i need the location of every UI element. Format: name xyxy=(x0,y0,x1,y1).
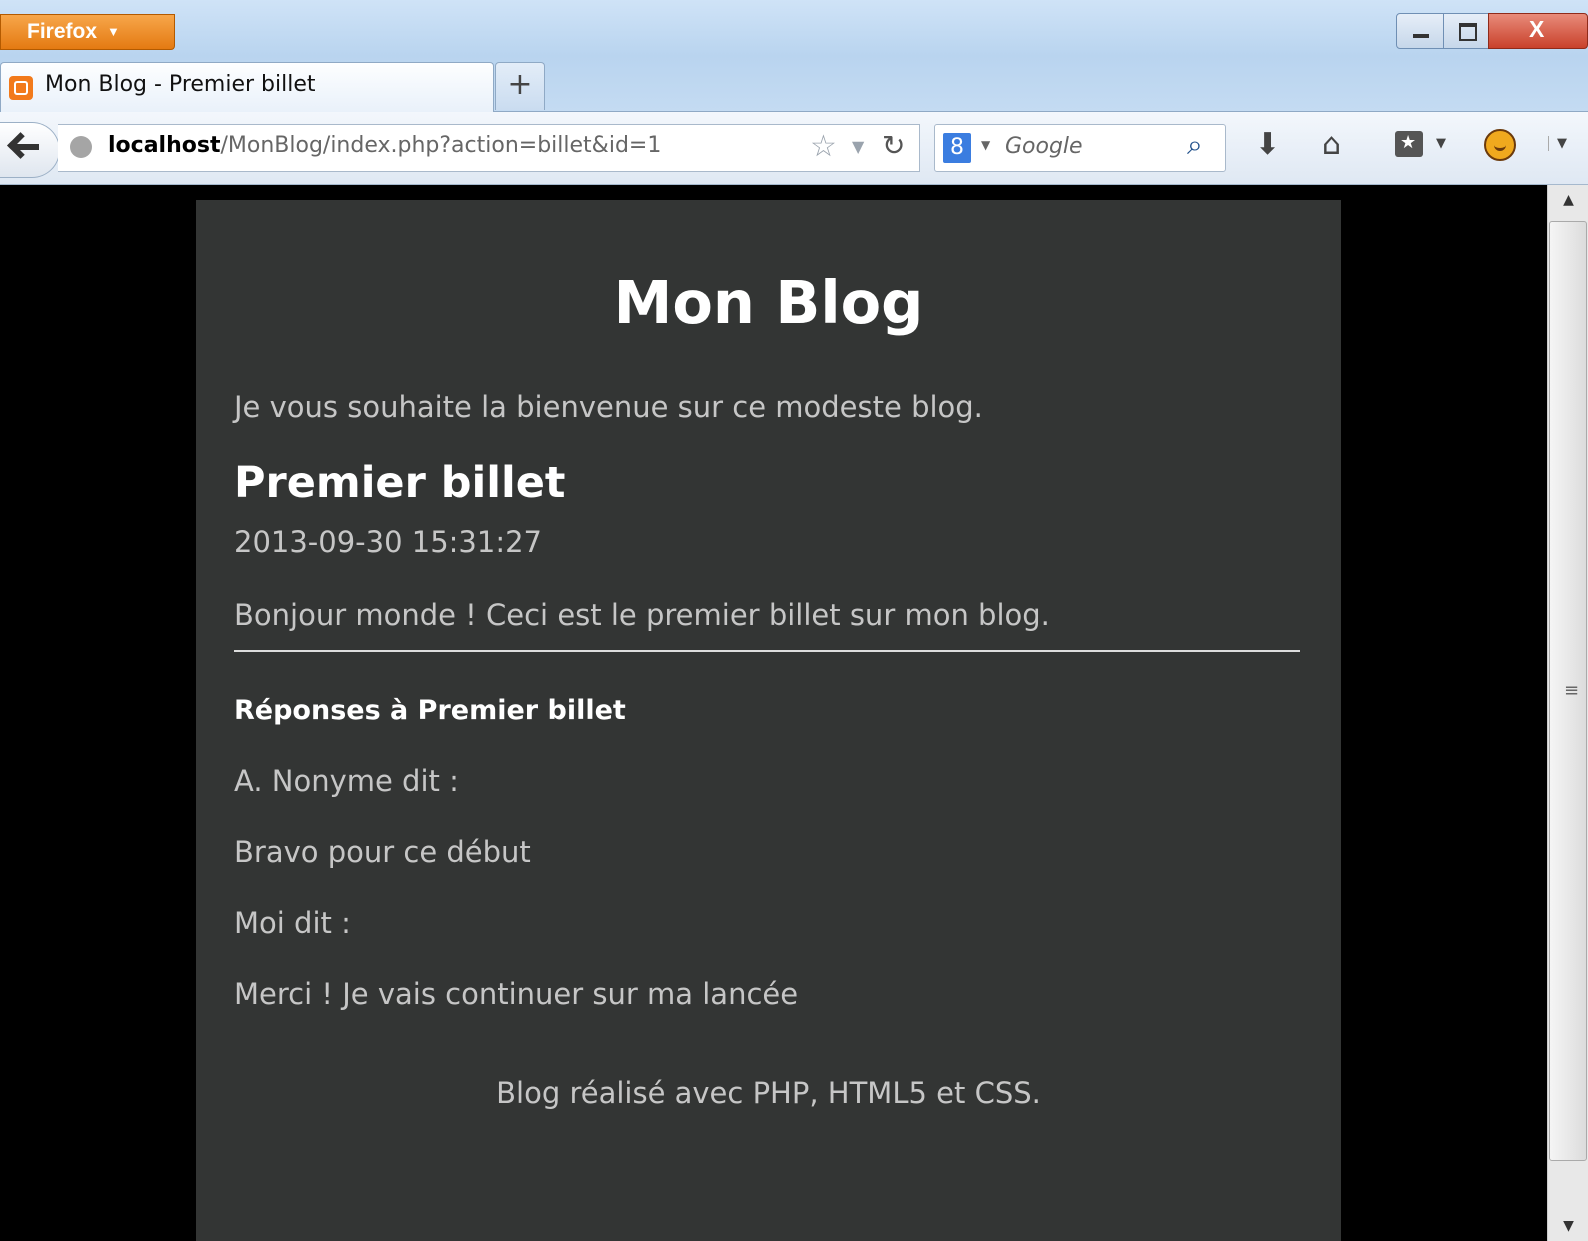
minimize-button[interactable] xyxy=(1396,13,1444,49)
tab-strip: Mon Blog - Premier billet + xyxy=(0,56,1588,112)
tab-title: Mon Blog - Premier billet xyxy=(45,72,316,97)
vertical-scrollbar[interactable]: ▲ ≡ ▼ xyxy=(1547,185,1588,1241)
bookmark-star-icon[interactable]: ☆ xyxy=(810,129,837,164)
home-icon[interactable]: ⌂ xyxy=(1322,127,1341,162)
favicon-icon xyxy=(9,76,33,100)
url-path: /MonBlog/index.php?action=billet&id=1 xyxy=(220,133,662,158)
comment-text: Bravo pour ce début xyxy=(234,835,531,869)
comment-author: Moi dit : xyxy=(234,906,351,940)
reload-icon[interactable]: ↻ xyxy=(882,129,905,162)
navigation-toolbar: localhost/MonBlog/index.php?action=bille… xyxy=(0,112,1588,185)
page-viewport: Mon Blog Je vous souhaite la bienvenue s… xyxy=(0,185,1547,1241)
back-button[interactable] xyxy=(0,122,60,178)
blog-container: Mon Blog Je vous souhaite la bienvenue s… xyxy=(196,200,1341,1241)
chevron-down-icon: ▼ xyxy=(107,24,120,39)
post-title: Premier billet xyxy=(234,458,566,508)
search-engine-icon[interactable]: 8 xyxy=(943,133,971,163)
search-engine-dropdown-icon[interactable]: ▼ xyxy=(981,138,990,152)
addon-icon[interactable] xyxy=(1484,129,1516,161)
new-tab-button[interactable]: + xyxy=(495,62,545,110)
bookmarks-dropdown-icon[interactable]: ▼ xyxy=(1436,136,1446,151)
comment-author: A. Nonyme dit : xyxy=(234,764,459,798)
close-window-button[interactable]: X xyxy=(1488,13,1588,49)
close-icon: X xyxy=(1529,16,1545,42)
scroll-down-icon[interactable]: ▼ xyxy=(1548,1211,1588,1241)
search-placeholder: Google xyxy=(1005,134,1083,159)
url-bar[interactable]: localhost/MonBlog/index.php?action=bille… xyxy=(58,124,920,172)
scrollbar-thumb[interactable]: ≡ xyxy=(1549,221,1587,1161)
footer-text: Blog réalisé avec PHP, HTML5 et CSS. xyxy=(496,1076,1041,1110)
comment-text: Merci ! Je vais continuer sur ma lancée xyxy=(234,977,799,1011)
search-icon[interactable]: ⌕ xyxy=(1187,128,1203,162)
grip-icon: ≡ xyxy=(1564,680,1580,701)
history-dropdown-icon[interactable]: ▼ xyxy=(852,137,864,156)
globe-icon xyxy=(70,136,92,158)
page-title[interactable]: Mon Blog xyxy=(196,268,1341,337)
title-bar: Firefox ▼ X xyxy=(0,0,1588,56)
url-text: localhost/MonBlog/index.php?action=bille… xyxy=(108,133,661,158)
menu-icon[interactable]: ▼ xyxy=(1548,136,1567,151)
divider xyxy=(234,650,1300,652)
replies-title: Réponses à Premier billet xyxy=(234,695,626,726)
bookmarks-icon[interactable] xyxy=(1395,131,1423,157)
intro-text: Je vous souhaite la bienvenue sur ce mod… xyxy=(234,390,983,424)
download-icon[interactable]: ⬇ xyxy=(1255,127,1280,162)
tab-active[interactable]: Mon Blog - Premier billet xyxy=(0,62,494,112)
url-host: localhost xyxy=(108,133,221,158)
scroll-up-icon[interactable]: ▲ xyxy=(1548,185,1588,215)
post-body: Bonjour monde ! Ceci est le premier bill… xyxy=(234,598,1050,632)
search-bar[interactable]: 8 ▼ Google ⌕ xyxy=(934,124,1226,172)
maximize-button[interactable] xyxy=(1443,13,1489,49)
plus-icon: + xyxy=(507,67,533,102)
firefox-menu-label: Firefox xyxy=(27,20,98,43)
post-date: 2013-09-30 15:31:27 xyxy=(234,525,542,559)
firefox-menu-button[interactable]: Firefox ▼ xyxy=(0,14,175,50)
